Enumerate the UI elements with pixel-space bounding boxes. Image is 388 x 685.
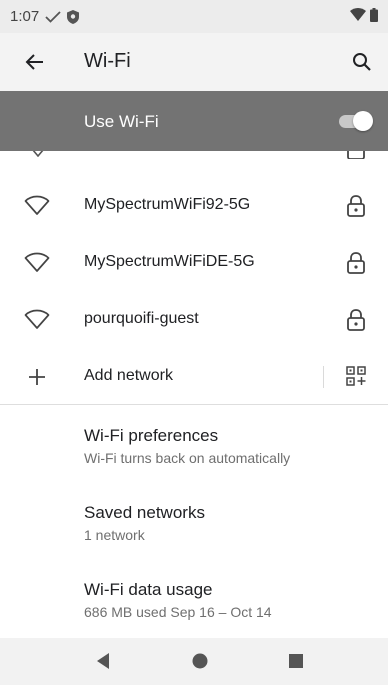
- network-row[interactable]: pourquoifi-guest: [0, 292, 388, 348]
- pref-title: Wi-Fi preferences: [84, 426, 219, 445]
- scrolled-network-row[interactable]: [0, 151, 388, 165]
- network-name: pourquoifi-guest: [84, 310, 199, 327]
- arrow-back-icon[interactable]: [22, 49, 48, 75]
- lock-icon: [346, 308, 366, 332]
- qr-code-scan-icon[interactable]: [346, 366, 366, 390]
- home-circle-icon[interactable]: [189, 650, 211, 672]
- vertical-divider: [323, 366, 324, 388]
- wifi-toggle[interactable]: [337, 111, 373, 131]
- wifi-data-usage-item[interactable]: Wi-Fi data usage 686 MB used Sep 16 – Oc…: [84, 580, 384, 620]
- network-row[interactable]: MySpectrumWiFi92-5G: [0, 178, 388, 234]
- battery-icon: [370, 7, 378, 26]
- wifi-signal-icon: [350, 8, 366, 25]
- add-network-label: Add network: [84, 367, 173, 384]
- pref-subtitle: 1 network: [84, 527, 145, 543]
- status-bar: 1:07: [0, 0, 388, 33]
- network-name: MySpectrumWiFi92-5G: [84, 196, 251, 213]
- wifi-outline-icon: [24, 308, 50, 332]
- page-title: Wi-Fi: [84, 50, 131, 72]
- lock-icon: [346, 251, 366, 275]
- recents-square-icon[interactable]: [285, 650, 307, 672]
- section-divider: [0, 404, 388, 405]
- status-time: 1:07: [10, 8, 40, 25]
- wifi-outline-icon: [24, 194, 50, 218]
- network-name: MySpectrumWiFiDE-5G: [84, 253, 255, 270]
- toggle-thumb: [353, 111, 373, 131]
- pref-subtitle: 686 MB used Sep 16 – Oct 14: [84, 604, 272, 620]
- use-wifi-label: Use Wi-Fi: [84, 112, 159, 131]
- wifi-outline-icon: [24, 251, 50, 275]
- back-triangle-icon[interactable]: [92, 650, 114, 672]
- plus-icon: [24, 365, 50, 389]
- add-network-row[interactable]: Add network: [0, 349, 388, 405]
- pref-title: Saved networks: [84, 503, 205, 522]
- saved-networks-item[interactable]: Saved networks 1 network: [84, 503, 384, 543]
- shield-icon: [67, 9, 80, 24]
- use-wifi-switch-bar[interactable]: Use Wi-Fi: [0, 91, 388, 151]
- pref-title: Wi-Fi data usage: [84, 580, 213, 599]
- pref-subtitle: Wi-Fi turns back on automatically: [84, 450, 291, 466]
- lock-icon: [346, 194, 366, 218]
- network-row[interactable]: MySpectrumWiFiDE-5G: [0, 235, 388, 291]
- wifi-preferences-item[interactable]: Wi-Fi preferences Wi-Fi turns back on au…: [84, 426, 384, 466]
- check-icon: [45, 10, 61, 24]
- system-nav-bar: [0, 638, 388, 685]
- search-icon[interactable]: [350, 50, 374, 74]
- app-toolbar: Wi-Fi: [0, 33, 388, 91]
